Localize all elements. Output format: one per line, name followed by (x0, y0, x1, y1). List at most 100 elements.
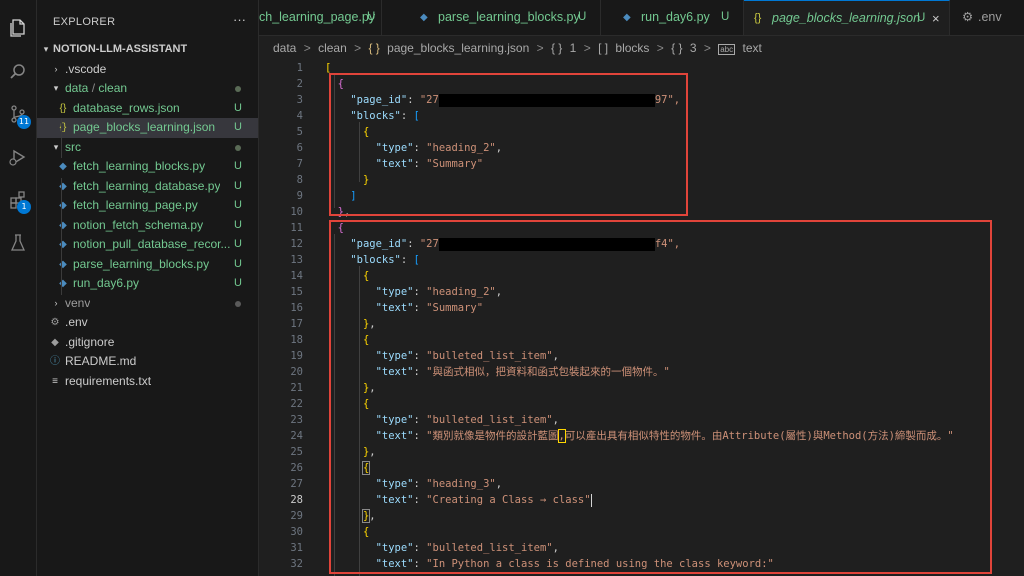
untracked-badge: U (234, 218, 242, 231)
line-number: 28 (290, 494, 303, 506)
untracked-badge: U (234, 179, 242, 192)
line-number: 13 (290, 254, 303, 266)
line-number: 5 (296, 126, 303, 138)
tree-item-env[interactable]: ⚙ .env (37, 313, 258, 333)
tree-item-fetch-learning-page[interactable]: ◆ fetch_learning_page.py U (37, 196, 258, 216)
breadcrumb: data > clean > { } page_blocks_learning.… (259, 36, 1024, 60)
tree-item-label: database_rows.json (73, 100, 180, 115)
line-number: 10 (290, 206, 303, 218)
tree-item-venv[interactable]: › venv (37, 294, 258, 314)
highlight-box-page1 (329, 73, 688, 216)
line-number: 12 (290, 238, 303, 250)
untracked-badge: U (234, 277, 242, 289)
line-number: 27 (290, 478, 303, 490)
line-number: 18 (290, 334, 303, 346)
line-number: 30 (290, 526, 303, 538)
tab-page-blocks-learning[interactable]: {} page_blocks_learning.json U × (744, 0, 950, 35)
code-editor[interactable]: 1 2 3 4 5 6 7 8 9 10 11 12 13 14 15 16 17 18 19 20 21 22 23 24 2… (259, 60, 1024, 576)
tree-item-gitignore[interactable]: ◆ .gitignore (37, 333, 258, 353)
breadcrumb-item[interactable]: text (742, 41, 761, 55)
breadcrumb-item[interactable]: 1 (570, 41, 577, 55)
breadcrumb-separator: > (303, 41, 311, 55)
tree-item-requirements[interactable]: ≡ requirements.txt (37, 372, 258, 392)
tree-item-label: fetch_learning_blocks.py (73, 159, 206, 173)
untracked-badge: U (234, 199, 242, 211)
tab-env[interactable]: ⚙ .env (950, 0, 1024, 35)
tab-badge: U (367, 11, 376, 23)
info-file-icon: ⓘ (50, 356, 60, 367)
tree-item-notion-fetch-schema[interactable]: ◆ notion_fetch_schema.py U (37, 216, 258, 236)
tree-item-page-blocks-learning[interactable]: {} page_blocks_learning.json U (37, 118, 258, 138)
tree-item-label: notion_fetch_schema.py (73, 217, 204, 232)
breadcrumb-item[interactable]: blocks (615, 41, 649, 55)
python-file-icon: ◆ (59, 200, 67, 211)
line-number: 22 (290, 398, 303, 410)
editor-tabs: ch_learning_page.py U ◆ parse_learning_b… (259, 0, 1024, 36)
explorer-more-actions-icon[interactable]: ··· (233, 12, 246, 27)
tree-item-label: run_day6.py (73, 276, 140, 290)
tree-item-label: .vscode (65, 61, 107, 76)
git-file-icon: ◆ (51, 336, 59, 348)
tree-item-database-rows[interactable]: {} database_rows.json U (37, 99, 258, 119)
tree-item-src[interactable]: ▾ src (37, 138, 258, 158)
run-debug-icon[interactable] (4, 143, 32, 171)
line-number: 7 (296, 158, 303, 170)
tree-item-label: venv (65, 295, 91, 310)
line-number: 2 (296, 78, 303, 90)
array-icon: [ ] (598, 41, 609, 55)
tree-item-vscode[interactable]: › .vscode (37, 60, 258, 80)
json-file-icon: {} (59, 102, 67, 114)
tab-run-day6[interactable]: ◆ run_day6.py U (601, 0, 744, 35)
breadcrumb-separator: > (583, 41, 591, 55)
breadcrumb-item[interactable]: data (273, 41, 296, 55)
testing-flask-icon[interactable] (4, 229, 32, 257)
python-file-icon: ◆ (623, 12, 631, 23)
untracked-badge: U (234, 160, 242, 172)
tree-item-run-day6[interactable]: ◆ run_day6.py U (37, 274, 258, 294)
tree-item-fetch-learning-blocks[interactable]: ◆ fetch_learning_blocks.py U (37, 157, 258, 177)
line-number: 16 (290, 302, 303, 314)
explorer-files-icon[interactable] (4, 14, 32, 42)
python-file-icon: ◆ (59, 219, 67, 231)
workspace-root[interactable]: ▾ NOTION-LLM-ASSISTANT (37, 40, 258, 60)
activity-bar: 11 1 (0, 0, 37, 576)
python-file-icon: ◆ (59, 258, 67, 270)
string-icon: abc (718, 44, 736, 55)
json-file-icon: {} (59, 122, 67, 133)
untracked-badge: U (234, 238, 242, 250)
breadcrumb-item[interactable]: clean (318, 41, 347, 55)
tree-item-notion-pull-database[interactable]: ◆ notion_pull_database_recor... U (37, 235, 258, 255)
breadcrumb-item[interactable]: page_blocks_learning.json (387, 41, 529, 55)
line-number: 11 (290, 222, 303, 234)
line-number: 3 (296, 94, 303, 106)
python-file-icon: ◆ (59, 161, 67, 172)
tab-label: ch_learning_page.py (259, 10, 376, 24)
chevron-down-icon: ▾ (53, 141, 59, 152)
tree-item-label: page_blocks_learning.json (73, 120, 216, 134)
tree-item-fetch-learning-database[interactable]: ◆ fetch_learning_database.py U (37, 177, 258, 197)
modified-dot (235, 300, 241, 307)
untracked-badge: U (234, 101, 242, 114)
tree-item-data-clean[interactable]: ▾ data / clean (37, 79, 258, 99)
line-number: 25 (290, 446, 303, 458)
tab-fetch-learning-page[interactable]: ch_learning_page.py U (259, 0, 382, 35)
close-icon[interactable]: × (932, 1, 940, 35)
tree-item-parse-learning-blocks[interactable]: ◆ parse_learning_blocks.py U (37, 255, 258, 275)
tab-badge: U (721, 11, 730, 23)
line-number: 31 (290, 542, 303, 554)
tab-parse-learning-blocks[interactable]: ◆ parse_learning_blocks.py U (382, 0, 601, 35)
search-icon[interactable] (4, 58, 32, 86)
line-number: 26 (290, 462, 303, 474)
object-icon: { } (550, 41, 563, 55)
python-file-icon: ◆ (59, 239, 67, 250)
breadcrumb-separator: > (703, 41, 711, 55)
highlight-box-page2 (329, 220, 992, 574)
modified-dot (235, 144, 241, 151)
breadcrumb-item[interactable]: 3 (690, 41, 697, 55)
tree-item-readme[interactable]: ⓘ README.md (37, 352, 258, 372)
chevron-down-icon: ▾ (43, 44, 49, 54)
indent-guide (61, 178, 62, 295)
line-number: 1 (296, 62, 303, 74)
indent-guide (61, 119, 62, 158)
object-icon: { } (671, 41, 683, 55)
